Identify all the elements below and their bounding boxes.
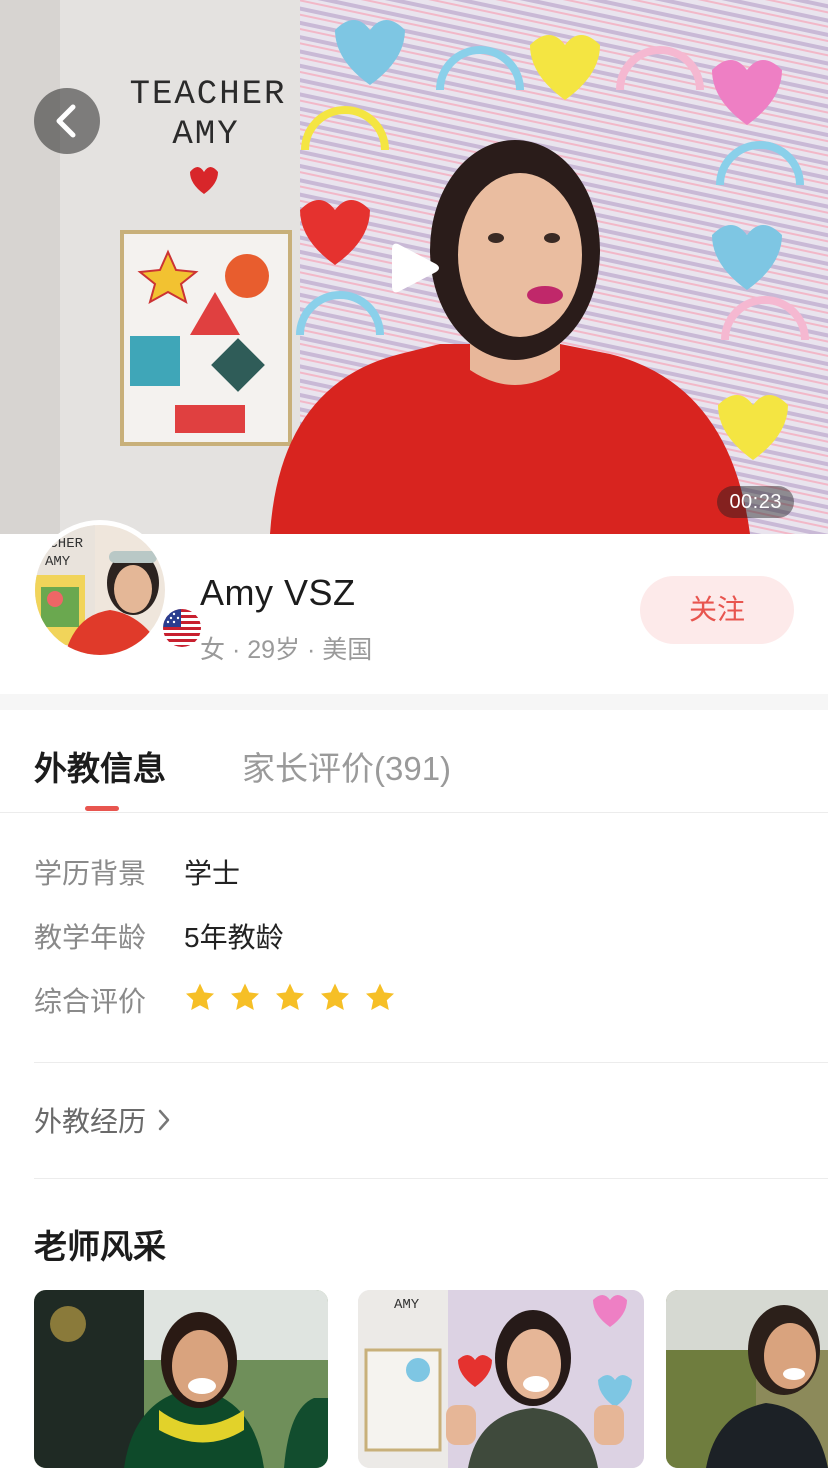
back-button[interactable] (34, 88, 100, 154)
gallery-title: 老师风采 (34, 1228, 166, 1265)
avatar-image: ACHER AMY (35, 525, 165, 655)
rating-stars (184, 982, 396, 1012)
chevron-right-icon (158, 1109, 170, 1131)
info-row-rating: 综合评价 (34, 980, 184, 1020)
avatar[interactable]: ACHER AMY (30, 520, 204, 660)
outdoor-photo (666, 1290, 828, 1468)
active-tab-indicator (85, 806, 119, 811)
us-flag-icon (160, 606, 204, 650)
gallery-photo-classroom[interactable]: AMY (358, 1290, 644, 1468)
experience-link[interactable]: 外教经历 (34, 1100, 172, 1140)
star-icon (366, 983, 394, 1010)
follow-button[interactable]: 关注 (640, 576, 794, 644)
teacher-intro-video[interactable]: TEACHER AMY 00:23 (0, 0, 828, 534)
gallery-photo-outdoor[interactable] (666, 1290, 828, 1468)
svg-text:ACHER: ACHER (41, 536, 84, 552)
graduation-photo (34, 1290, 328, 1468)
tab-bar: 外教信息 家长评价(391) (0, 710, 828, 813)
chevron-left-icon (56, 104, 76, 138)
info-row-teaching-years: 教学年龄 5年教龄 (34, 916, 284, 956)
teaching-years-value: 5年教龄 (184, 922, 284, 953)
classroom-thumbs-up-photo: AMY (358, 1290, 644, 1468)
tab-parent-reviews[interactable]: 家长评价(391) (242, 742, 451, 790)
tab-teacher-info[interactable]: 外教信息 (34, 742, 166, 790)
gallery-photo-graduation[interactable] (34, 1290, 328, 1468)
experience-label: 外教经历 (34, 1106, 147, 1137)
teacher-meta: 女 · 29岁 · 美国 (200, 636, 373, 664)
education-label: 学历背景 (34, 858, 147, 889)
star-icon (186, 983, 214, 1010)
svg-text:AMY: AMY (45, 554, 71, 570)
teacher-profile: ACHER AMY Amy VSZ 女 · 29岁 · 美国 关注 (0, 520, 828, 694)
info-row-education: 学历背景 学士 (34, 852, 240, 892)
education-value: 学士 (184, 858, 241, 889)
board-text-teacher: TEACHER (130, 76, 287, 114)
section-separator (0, 694, 828, 710)
divider (34, 1178, 828, 1179)
svg-text:AMY: AMY (394, 1297, 420, 1313)
teaching-years-label: 教学年龄 (34, 922, 147, 953)
star-icon (276, 983, 304, 1010)
video-duration: 00:23 (717, 486, 794, 518)
teacher-name: Amy VSZ (200, 572, 356, 613)
board-text-amy: AMY (172, 116, 239, 154)
star-icon (231, 983, 259, 1010)
play-icon[interactable] (388, 240, 442, 296)
divider (34, 1062, 828, 1063)
rating-label: 综合评价 (34, 986, 147, 1017)
star-icon (321, 983, 349, 1010)
